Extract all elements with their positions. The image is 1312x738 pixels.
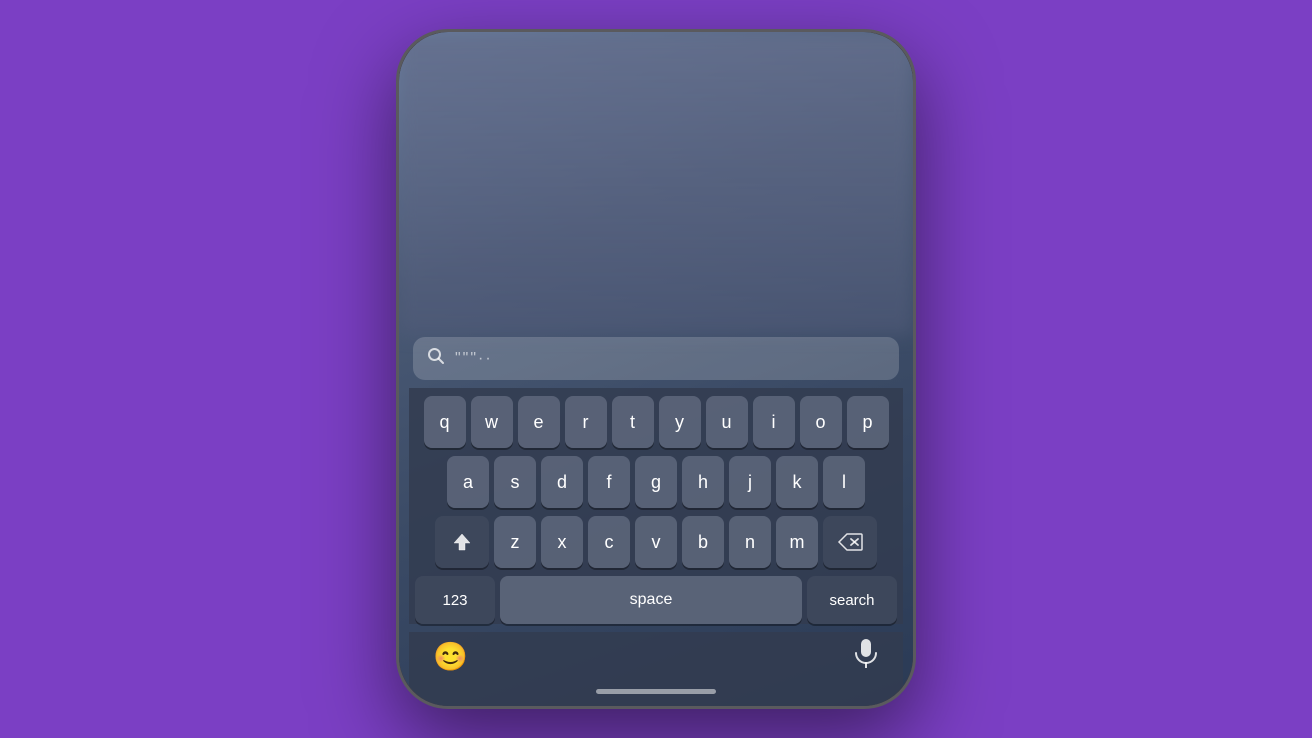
- key-c[interactable]: c: [588, 516, 630, 568]
- keyboard-area: """·· q w e r t y u i o p: [399, 337, 913, 706]
- key-r[interactable]: r: [565, 396, 607, 448]
- microphone-icon[interactable]: [853, 638, 879, 675]
- bottom-bar: 😊: [409, 632, 903, 683]
- keyboard-row-4: 123 space search: [415, 576, 897, 624]
- search-input-cursor: """··: [455, 350, 493, 368]
- key-v[interactable]: v: [635, 516, 677, 568]
- home-bar: [596, 689, 716, 694]
- key-f[interactable]: f: [588, 456, 630, 508]
- keyboard-row-3: z x c v b n m: [415, 516, 897, 568]
- home-indicator-area: [409, 683, 903, 706]
- shift-key[interactable]: [435, 516, 489, 568]
- key-o[interactable]: o: [800, 396, 842, 448]
- key-y[interactable]: y: [659, 396, 701, 448]
- search-icon: [427, 347, 445, 370]
- key-k[interactable]: k: [776, 456, 818, 508]
- key-x[interactable]: x: [541, 516, 583, 568]
- key-j[interactable]: j: [729, 456, 771, 508]
- key-u[interactable]: u: [706, 396, 748, 448]
- keyboard-row-1: q w e r t y u i o p: [415, 396, 897, 448]
- key-n[interactable]: n: [729, 516, 771, 568]
- key-l[interactable]: l: [823, 456, 865, 508]
- phone-frame: """·· q w e r t y u i o p: [396, 29, 916, 709]
- key-b[interactable]: b: [682, 516, 724, 568]
- delete-key[interactable]: [823, 516, 877, 568]
- blurred-background: [399, 32, 913, 335]
- search-bar[interactable]: """··: [413, 337, 899, 380]
- key-d[interactable]: d: [541, 456, 583, 508]
- keyboard-row-2: a s d f g h j k l: [415, 456, 897, 508]
- key-z[interactable]: z: [494, 516, 536, 568]
- key-s[interactable]: s: [494, 456, 536, 508]
- key-w[interactable]: w: [471, 396, 513, 448]
- key-m[interactable]: m: [776, 516, 818, 568]
- key-q[interactable]: q: [424, 396, 466, 448]
- numbers-key[interactable]: 123: [415, 576, 495, 624]
- emoji-icon[interactable]: 😊: [433, 640, 468, 673]
- key-e[interactable]: e: [518, 396, 560, 448]
- key-g[interactable]: g: [635, 456, 677, 508]
- phone-screen: """·· q w e r t y u i o p: [399, 32, 913, 706]
- key-p[interactable]: p: [847, 396, 889, 448]
- keyboard-body: q w e r t y u i o p a s d f g: [409, 388, 903, 624]
- key-a[interactable]: a: [447, 456, 489, 508]
- key-i[interactable]: i: [753, 396, 795, 448]
- space-key[interactable]: space: [500, 576, 802, 624]
- search-key[interactable]: search: [807, 576, 897, 624]
- key-t[interactable]: t: [612, 396, 654, 448]
- key-h[interactable]: h: [682, 456, 724, 508]
